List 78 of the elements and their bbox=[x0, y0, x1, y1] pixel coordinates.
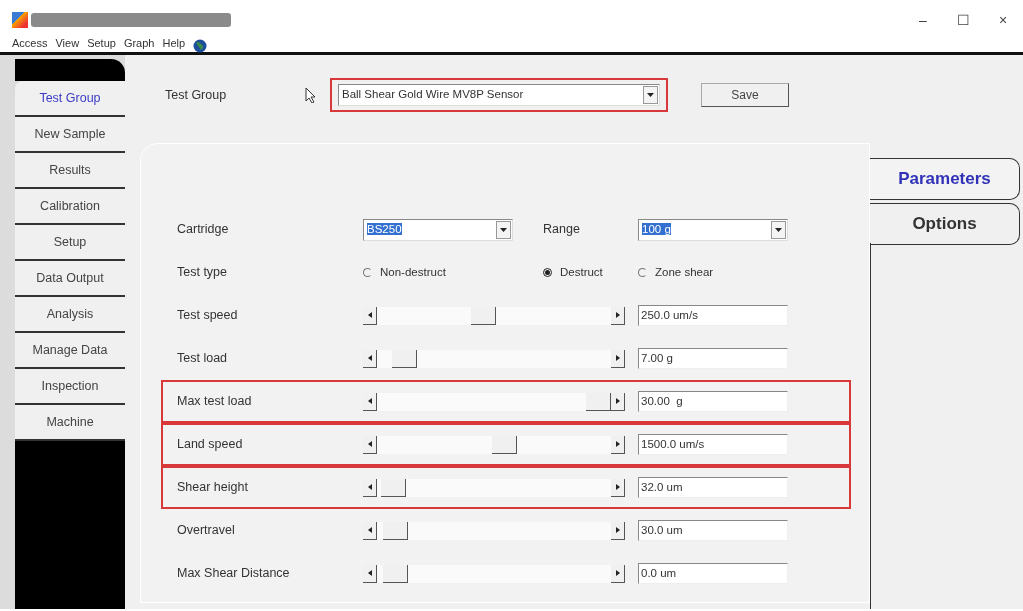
cursor-icon bbox=[305, 87, 316, 103]
scroll-right-button[interactable] bbox=[611, 564, 625, 583]
menu-item[interactable]: Setup bbox=[87, 35, 116, 52]
scroll-right-button[interactable] bbox=[611, 478, 625, 497]
scroll-right-button[interactable] bbox=[611, 435, 625, 454]
menu-item[interactable]: Access bbox=[12, 35, 48, 52]
tab[interactable]: Options bbox=[870, 203, 1020, 245]
left-arrow-icon bbox=[367, 398, 372, 404]
field-label: Cartridge bbox=[177, 221, 230, 239]
radio-button[interactable]: Non-destruct bbox=[363, 263, 543, 282]
right-arrow-icon bbox=[615, 570, 620, 576]
sidebar-tab[interactable]: Calibration bbox=[15, 189, 125, 225]
menu-item[interactable]: Help bbox=[162, 35, 186, 52]
slider[interactable] bbox=[363, 477, 625, 498]
minimize-button[interactable]: – bbox=[903, 9, 943, 31]
range-dropdown[interactable]: 100 g bbox=[638, 218, 788, 241]
slider[interactable] bbox=[363, 391, 625, 412]
right-arrow-icon bbox=[615, 398, 620, 404]
slider[interactable] bbox=[363, 563, 625, 584]
value-field[interactable]: 250.0 um/s bbox=[638, 305, 788, 326]
right-arrow-icon bbox=[615, 484, 620, 490]
slider[interactable] bbox=[363, 434, 625, 455]
left-arrow-icon bbox=[367, 312, 372, 318]
left-arrow-icon bbox=[367, 570, 372, 576]
sidebar-tab[interactable]: Results bbox=[15, 153, 125, 189]
sidebar-tab[interactable]: Test Group bbox=[15, 81, 125, 117]
field-label: Max test load bbox=[177, 393, 253, 411]
radio-button[interactable]: Destruct bbox=[543, 263, 638, 282]
field-label: Land speed bbox=[177, 436, 244, 454]
left-arrow-icon bbox=[367, 441, 372, 447]
sidebar-tab[interactable]: Inspection bbox=[15, 369, 125, 405]
close-button[interactable]: × bbox=[983, 9, 1023, 31]
value-field[interactable]: 32.0 um bbox=[638, 477, 788, 498]
field-label: Range bbox=[543, 221, 581, 239]
cartridge-dropdown[interactable]: BS250 bbox=[363, 218, 513, 241]
sidebar-tab[interactable]: New Sample bbox=[15, 117, 125, 153]
value-field[interactable]: 0.0 um bbox=[638, 563, 788, 584]
menu-item[interactable]: Graph bbox=[123, 35, 155, 52]
value-field[interactable]: 30.0 um bbox=[638, 520, 788, 541]
sidebar-tab[interactable]: Setup bbox=[15, 225, 125, 261]
scroll-right-button[interactable] bbox=[611, 521, 625, 540]
value-field[interactable]: 30.00 g bbox=[638, 391, 788, 412]
caret-icon bbox=[775, 227, 782, 232]
caret-icon bbox=[500, 227, 507, 232]
field-label: Test speed bbox=[177, 307, 239, 325]
menu-item[interactable]: View bbox=[55, 35, 80, 52]
sidebar-tab[interactable]: Analysis bbox=[15, 297, 125, 333]
field-label: Test Group bbox=[165, 86, 228, 104]
left-arrow-icon bbox=[367, 484, 372, 490]
field-label: Test load bbox=[177, 350, 229, 368]
value-field[interactable]: 1500.0 um/s bbox=[638, 434, 788, 455]
slider[interactable] bbox=[363, 520, 625, 541]
right-arrow-icon bbox=[615, 527, 620, 533]
right-arrow-icon bbox=[615, 441, 620, 447]
sidebar-tab[interactable]: Manage Data bbox=[15, 333, 125, 369]
field-label: Overtravel bbox=[177, 522, 236, 540]
value-field[interactable]: 7.00 g bbox=[638, 348, 788, 369]
slider[interactable] bbox=[363, 348, 625, 369]
field-label: Max Shear Distance bbox=[177, 565, 291, 583]
field-label: Shear height bbox=[177, 479, 249, 497]
app-icon bbox=[12, 12, 28, 28]
test-group-dropdown[interactable]: Ball Shear Gold Wire MV8P Sensor bbox=[338, 84, 660, 106]
right-arrow-icon bbox=[615, 312, 620, 318]
sidebar-tab[interactable]: Machine bbox=[15, 405, 125, 441]
left-arrow-icon bbox=[367, 527, 372, 533]
tab[interactable]: Parameters bbox=[870, 158, 1020, 200]
radio-button[interactable]: Zone shear bbox=[638, 263, 808, 282]
scroll-right-button[interactable] bbox=[611, 392, 625, 411]
caret-icon bbox=[647, 93, 654, 97]
left-arrow-icon bbox=[367, 355, 372, 361]
right-arrow-icon bbox=[615, 355, 620, 361]
maximize-button[interactable]: ☐ bbox=[943, 9, 983, 31]
sidebar-tab[interactable]: Data Output bbox=[15, 261, 125, 297]
scroll-right-button[interactable] bbox=[611, 306, 625, 325]
slider[interactable] bbox=[363, 305, 625, 326]
scroll-right-button[interactable] bbox=[611, 349, 625, 368]
save-button[interactable]: Save bbox=[701, 83, 789, 107]
field-label: Test type bbox=[177, 264, 229, 282]
